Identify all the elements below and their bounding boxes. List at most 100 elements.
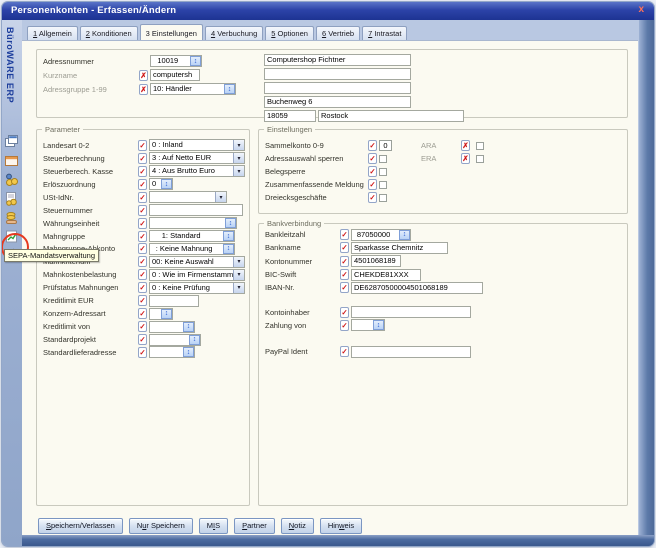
dropdown-arrow-icon[interactable]: ▾ bbox=[233, 257, 244, 267]
mahnkriterium-field[interactable]: 00: Keine Auswahl▾ bbox=[149, 256, 245, 268]
iban-nr--field[interactable]: DE62870500004501068189 bbox=[351, 282, 483, 294]
standardlieferadresse-field[interactable]: ↕ bbox=[149, 346, 195, 358]
name2-field[interactable] bbox=[264, 68, 411, 80]
field-check-icon[interactable]: ✓ bbox=[138, 153, 147, 164]
users-coins-icon[interactable] bbox=[4, 172, 19, 187]
field-check-icon[interactable]: ✓ bbox=[368, 179, 377, 190]
company-name-field[interactable]: Computershop Fichtner bbox=[264, 54, 411, 66]
tab-konditionen[interactable]: 2 Konditionen bbox=[80, 26, 138, 40]
hinweis-button[interactable]: Hinweis bbox=[320, 518, 362, 534]
field-check-icon[interactable]: ✓ bbox=[368, 192, 377, 203]
mahngruppe-field[interactable]: 1: Standard↕ bbox=[149, 230, 235, 242]
kontonummer-field[interactable]: 4501068189 bbox=[351, 255, 401, 267]
value-box[interactable]: 0 bbox=[379, 140, 392, 151]
steuerberech-kasse-field[interactable]: 4 : Aus Brutto Euro▾ bbox=[149, 165, 245, 177]
mis-button[interactable]: MIS bbox=[199, 518, 228, 534]
bic-swift-field[interactable]: CHEKDE81XXX bbox=[351, 269, 421, 281]
field-check-icon[interactable]: ✓ bbox=[138, 231, 147, 242]
spinner-icon[interactable]: ↕ bbox=[190, 56, 201, 66]
spinner-icon[interactable]: ↕ bbox=[183, 347, 194, 357]
dropdown-arrow-icon[interactable]: ▾ bbox=[233, 140, 244, 150]
field-clear-icon[interactable]: ✗ bbox=[139, 84, 148, 95]
name3-field[interactable] bbox=[264, 82, 411, 94]
tab-allgemein[interactable]: 1 Allgemein bbox=[27, 26, 78, 40]
field-check-icon[interactable]: ✓ bbox=[138, 282, 147, 293]
pr-fstatus-mahnungen-field[interactable]: 0 : Keine Prüfung▾ bbox=[149, 282, 245, 294]
field-check-icon[interactable]: ✓ bbox=[138, 218, 147, 229]
field-check-icon[interactable]: ✓ bbox=[340, 320, 349, 331]
dropdown-arrow-icon[interactable]: ▾ bbox=[233, 153, 244, 163]
steuernummer-field[interactable] bbox=[149, 204, 243, 216]
field-check-icon[interactable]: ✓ bbox=[138, 295, 147, 306]
notiz-button[interactable]: Notiz bbox=[281, 518, 314, 534]
field-clear-icon[interactable]: ✗ bbox=[461, 140, 470, 151]
bankname-field[interactable]: Sparkasse Chemnitz bbox=[351, 242, 448, 254]
spinner-icon[interactable]: ↕ bbox=[183, 322, 194, 332]
field-check-icon[interactable]: ✓ bbox=[138, 269, 147, 280]
spinner-icon[interactable]: ↕ bbox=[161, 179, 172, 189]
checkbox[interactable] bbox=[476, 142, 484, 150]
tab-verbuchung[interactable]: 4 Verbuchung bbox=[205, 26, 263, 40]
field-check-icon[interactable]: ✓ bbox=[138, 192, 147, 203]
paypal-ident-field[interactable] bbox=[351, 346, 471, 358]
checkbox[interactable] bbox=[379, 155, 387, 163]
dropdown-arrow-icon[interactable]: ▾ bbox=[215, 192, 226, 202]
spinner-icon[interactable]: ↕ bbox=[223, 231, 234, 241]
mahngruppe-abkonto-field[interactable]: : Keine Mahnung↕ bbox=[149, 243, 235, 255]
tab-einstellungen[interactable]: 3 Einstellungen bbox=[140, 24, 203, 40]
standardprojekt-field[interactable]: ↕ bbox=[149, 334, 201, 346]
checkbox[interactable] bbox=[379, 194, 387, 202]
kontoinhaber-field[interactable] bbox=[351, 306, 471, 318]
tab-intrastat[interactable]: 7 Intrastat bbox=[362, 26, 407, 40]
field-check-icon[interactable]: ✓ bbox=[138, 308, 147, 319]
spinner-icon[interactable]: ↕ bbox=[161, 309, 172, 319]
field-check-icon[interactable]: ✓ bbox=[368, 166, 377, 177]
field-check-icon[interactable]: ✓ bbox=[340, 307, 349, 318]
dropdown-arrow-icon[interactable]: ▾ bbox=[233, 270, 244, 280]
tab-optionen[interactable]: 5 Optionen bbox=[265, 26, 314, 40]
checkbox[interactable] bbox=[476, 155, 484, 163]
field-check-icon[interactable]: ✓ bbox=[138, 179, 147, 190]
field-check-icon[interactable]: ✓ bbox=[340, 256, 349, 267]
mahnkostenbelastung-field[interactable]: 0 : Wie im Firmenstamm eing▾ bbox=[149, 269, 245, 281]
app-window-icon[interactable] bbox=[4, 153, 19, 168]
konzern-adressart-field[interactable]: ↕ bbox=[149, 308, 173, 320]
field-check-icon[interactable]: ✓ bbox=[340, 229, 349, 240]
index-cards-icon[interactable] bbox=[4, 134, 19, 149]
speichern-verlassen-button[interactable]: Speichern/Verlassen bbox=[38, 518, 123, 534]
erl-szuordnung-field[interactable]: 0↕ bbox=[149, 178, 173, 190]
spinner-icon[interactable]: ↕ bbox=[373, 320, 384, 330]
field-check-icon[interactable]: ✓ bbox=[138, 347, 147, 358]
nur-speichern-button[interactable]: Nur Speichern bbox=[129, 518, 193, 534]
spinner-icon[interactable]: ↕ bbox=[223, 244, 234, 254]
hand-coins-icon[interactable] bbox=[4, 210, 19, 225]
checkbox[interactable] bbox=[379, 181, 387, 189]
steuerberechnung-field[interactable]: 3 : Auf Netto EUR▾ bbox=[149, 152, 245, 164]
field-check-icon[interactable]: ✓ bbox=[138, 334, 147, 345]
partner-button[interactable]: Partner bbox=[234, 518, 275, 534]
field-check-icon[interactable]: ✓ bbox=[340, 346, 349, 357]
ust-idnr--field[interactable]: ▾ bbox=[149, 191, 227, 203]
field-check-icon[interactable]: ✓ bbox=[138, 256, 147, 267]
spinner-icon[interactable]: ↕ bbox=[224, 84, 235, 94]
field-check-icon[interactable]: ✓ bbox=[138, 321, 147, 332]
field-check-icon[interactable]: ✓ bbox=[138, 205, 147, 216]
field-check-icon[interactable]: ✓ bbox=[138, 140, 147, 151]
field-check-icon[interactable]: ✓ bbox=[340, 269, 349, 280]
zip-field[interactable]: 18059 bbox=[264, 110, 316, 122]
field-clear-icon[interactable]: ✗ bbox=[461, 153, 470, 164]
field-check-icon[interactable]: ✓ bbox=[368, 153, 377, 164]
kreditlimit-eur-field[interactable] bbox=[149, 295, 199, 307]
landesart-0-2-field[interactable]: 0 : Inland▾ bbox=[149, 139, 245, 151]
dropdown-arrow-icon[interactable]: ▾ bbox=[233, 166, 244, 176]
bankleitzahl-field[interactable]: 87050000↕ bbox=[351, 229, 411, 241]
street-field[interactable]: Buchenweg 6 bbox=[264, 96, 411, 108]
adressnummer-field[interactable]: 10019↕ bbox=[150, 55, 202, 67]
kreditlimit-von-field[interactable]: ↕ bbox=[149, 321, 195, 333]
spinner-icon[interactable]: ↕ bbox=[225, 218, 236, 228]
kurzname-field[interactable]: computersh bbox=[150, 69, 200, 81]
close-icon[interactable]: x bbox=[638, 4, 644, 16]
field-check-icon[interactable]: ✓ bbox=[340, 282, 349, 293]
spinner-icon[interactable]: ↕ bbox=[399, 230, 410, 240]
adressgruppe-1-99-field[interactable]: 10: Händler↕ bbox=[150, 83, 236, 95]
